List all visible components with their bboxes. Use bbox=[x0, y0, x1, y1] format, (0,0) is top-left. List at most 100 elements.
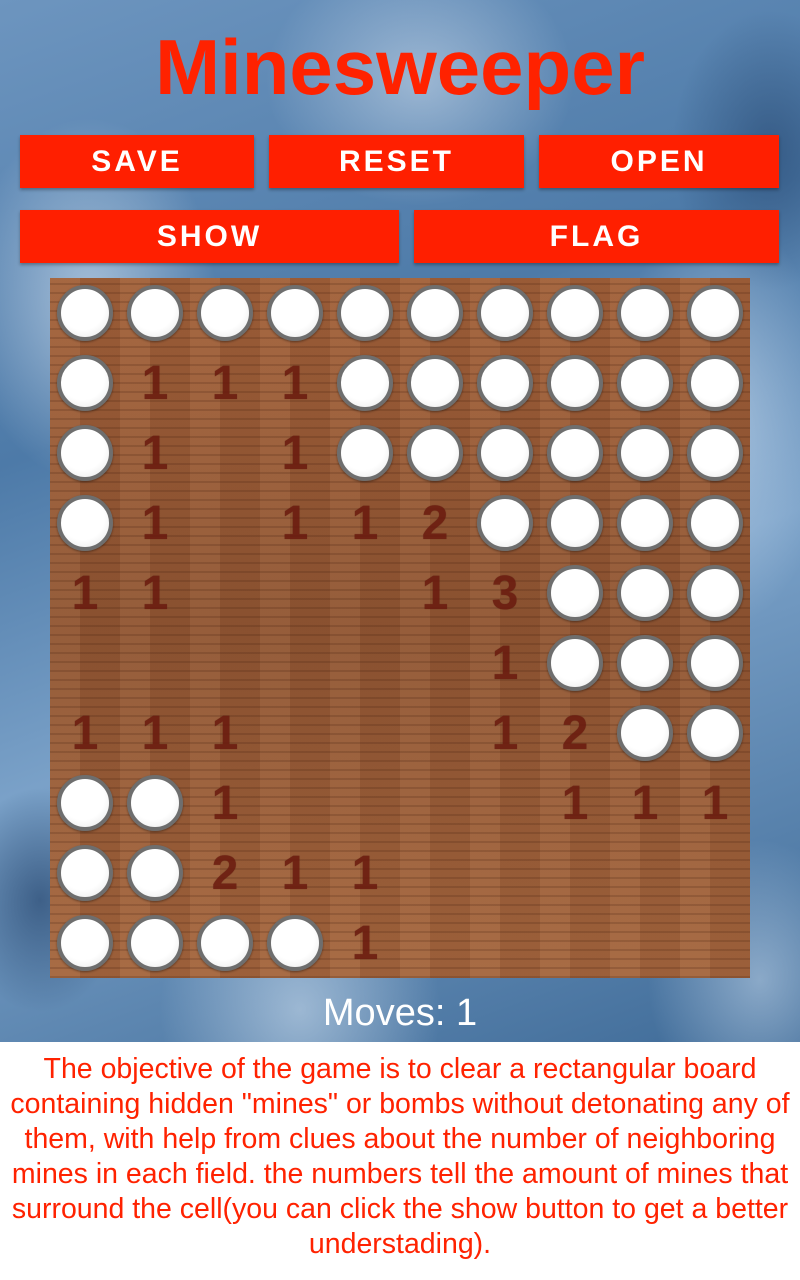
empty-cell[interactable] bbox=[190, 628, 260, 698]
number-cell[interactable]: 1 bbox=[470, 628, 540, 698]
covered-cell[interactable] bbox=[50, 418, 120, 488]
number-cell[interactable]: 3 bbox=[470, 558, 540, 628]
empty-cell[interactable] bbox=[400, 768, 470, 838]
covered-cell[interactable] bbox=[190, 908, 260, 978]
number-cell[interactable]: 1 bbox=[610, 768, 680, 838]
empty-cell[interactable] bbox=[680, 908, 750, 978]
covered-cell[interactable] bbox=[540, 558, 610, 628]
save-button[interactable]: SAVE bbox=[20, 135, 254, 188]
number-cell[interactable]: 2 bbox=[400, 488, 470, 558]
number-cell[interactable]: 2 bbox=[190, 838, 260, 908]
covered-cell[interactable] bbox=[330, 348, 400, 418]
covered-cell[interactable] bbox=[470, 278, 540, 348]
number-cell[interactable]: 1 bbox=[680, 768, 750, 838]
covered-cell[interactable] bbox=[610, 278, 680, 348]
covered-cell[interactable] bbox=[540, 488, 610, 558]
covered-cell[interactable] bbox=[680, 418, 750, 488]
number-cell[interactable]: 1 bbox=[120, 488, 190, 558]
covered-cell[interactable] bbox=[120, 838, 190, 908]
number-cell[interactable]: 1 bbox=[470, 698, 540, 768]
covered-cell[interactable] bbox=[330, 418, 400, 488]
covered-cell[interactable] bbox=[50, 838, 120, 908]
empty-cell[interactable] bbox=[470, 908, 540, 978]
open-button[interactable]: OPEN bbox=[539, 135, 779, 188]
number-cell[interactable]: 1 bbox=[120, 418, 190, 488]
number-cell[interactable]: 1 bbox=[330, 838, 400, 908]
covered-cell[interactable] bbox=[680, 698, 750, 768]
covered-cell[interactable] bbox=[400, 418, 470, 488]
number-cell[interactable]: 1 bbox=[50, 558, 120, 628]
covered-cell[interactable] bbox=[680, 348, 750, 418]
empty-cell[interactable] bbox=[190, 558, 260, 628]
covered-cell[interactable] bbox=[50, 278, 120, 348]
number-cell[interactable]: 1 bbox=[330, 488, 400, 558]
covered-cell[interactable] bbox=[120, 278, 190, 348]
empty-cell[interactable] bbox=[470, 838, 540, 908]
covered-cell[interactable] bbox=[50, 488, 120, 558]
covered-cell[interactable] bbox=[50, 908, 120, 978]
empty-cell[interactable] bbox=[680, 838, 750, 908]
number-cell[interactable]: 1 bbox=[50, 698, 120, 768]
number-cell[interactable]: 2 bbox=[540, 698, 610, 768]
covered-cell[interactable] bbox=[680, 558, 750, 628]
empty-cell[interactable] bbox=[400, 698, 470, 768]
covered-cell[interactable] bbox=[50, 348, 120, 418]
covered-cell[interactable] bbox=[680, 488, 750, 558]
number-cell[interactable]: 1 bbox=[260, 838, 330, 908]
empty-cell[interactable] bbox=[120, 628, 190, 698]
covered-cell[interactable] bbox=[610, 348, 680, 418]
number-cell[interactable]: 1 bbox=[190, 698, 260, 768]
covered-cell[interactable] bbox=[190, 278, 260, 348]
covered-cell[interactable] bbox=[260, 278, 330, 348]
empty-cell[interactable] bbox=[50, 628, 120, 698]
empty-cell[interactable] bbox=[400, 908, 470, 978]
show-button[interactable]: SHOW bbox=[20, 210, 399, 263]
empty-cell[interactable] bbox=[330, 768, 400, 838]
covered-cell[interactable] bbox=[610, 488, 680, 558]
empty-cell[interactable] bbox=[190, 488, 260, 558]
covered-cell[interactable] bbox=[470, 348, 540, 418]
number-cell[interactable]: 1 bbox=[400, 558, 470, 628]
covered-cell[interactable] bbox=[470, 488, 540, 558]
covered-cell[interactable] bbox=[470, 418, 540, 488]
empty-cell[interactable] bbox=[540, 838, 610, 908]
covered-cell[interactable] bbox=[540, 348, 610, 418]
empty-cell[interactable] bbox=[190, 418, 260, 488]
covered-cell[interactable] bbox=[610, 418, 680, 488]
number-cell[interactable]: 1 bbox=[190, 768, 260, 838]
empty-cell[interactable] bbox=[400, 628, 470, 698]
number-cell[interactable]: 1 bbox=[260, 418, 330, 488]
covered-cell[interactable] bbox=[400, 348, 470, 418]
covered-cell[interactable] bbox=[610, 558, 680, 628]
number-cell[interactable]: 1 bbox=[260, 488, 330, 558]
empty-cell[interactable] bbox=[330, 628, 400, 698]
empty-cell[interactable] bbox=[540, 908, 610, 978]
covered-cell[interactable] bbox=[400, 278, 470, 348]
number-cell[interactable]: 1 bbox=[540, 768, 610, 838]
empty-cell[interactable] bbox=[260, 698, 330, 768]
covered-cell[interactable] bbox=[610, 698, 680, 768]
empty-cell[interactable] bbox=[260, 768, 330, 838]
number-cell[interactable]: 1 bbox=[120, 698, 190, 768]
covered-cell[interactable] bbox=[610, 628, 680, 698]
covered-cell[interactable] bbox=[680, 278, 750, 348]
covered-cell[interactable] bbox=[50, 768, 120, 838]
number-cell[interactable]: 1 bbox=[260, 348, 330, 418]
empty-cell[interactable] bbox=[260, 558, 330, 628]
number-cell[interactable]: 1 bbox=[120, 558, 190, 628]
empty-cell[interactable] bbox=[330, 558, 400, 628]
reset-button[interactable]: RESET bbox=[269, 135, 524, 188]
empty-cell[interactable] bbox=[470, 768, 540, 838]
covered-cell[interactable] bbox=[330, 278, 400, 348]
flag-button[interactable]: FLAG bbox=[414, 210, 779, 263]
number-cell[interactable]: 1 bbox=[330, 908, 400, 978]
covered-cell[interactable] bbox=[260, 908, 330, 978]
empty-cell[interactable] bbox=[610, 838, 680, 908]
empty-cell[interactable] bbox=[400, 838, 470, 908]
empty-cell[interactable] bbox=[330, 698, 400, 768]
covered-cell[interactable] bbox=[540, 418, 610, 488]
covered-cell[interactable] bbox=[120, 768, 190, 838]
empty-cell[interactable] bbox=[260, 628, 330, 698]
number-cell[interactable]: 1 bbox=[190, 348, 260, 418]
covered-cell[interactable] bbox=[680, 628, 750, 698]
